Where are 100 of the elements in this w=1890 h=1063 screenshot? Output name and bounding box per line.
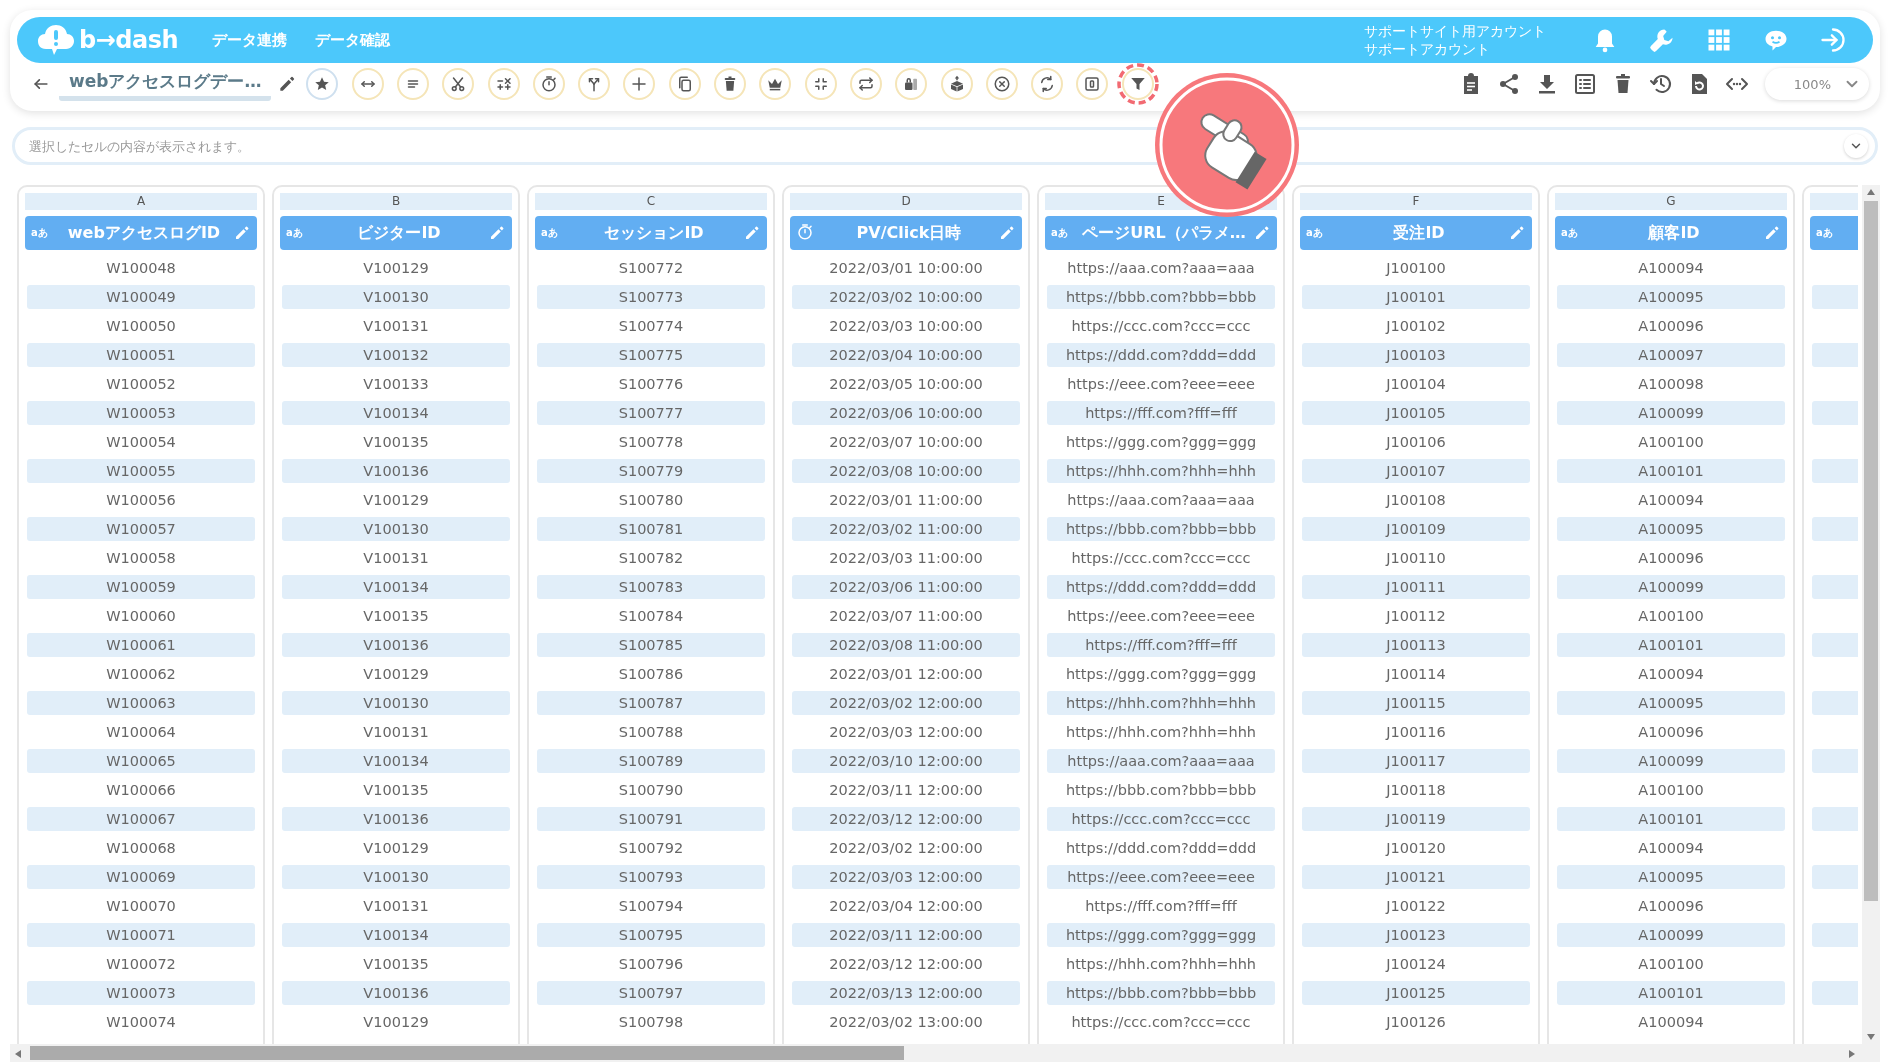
zoom-select[interactable]: 100% — [1765, 68, 1869, 100]
table-cell[interactable]: S100786 — [537, 662, 765, 686]
scroll-down-icon[interactable] — [1866, 1033, 1876, 1041]
table-cell[interactable]: W100074 — [27, 1010, 255, 1034]
repeat-button[interactable] — [849, 68, 882, 100]
table-cell[interactable]: W100069 — [27, 865, 255, 889]
table-cell[interactable]: V100134 — [282, 749, 510, 773]
column-letter[interactable]: C — [535, 193, 767, 210]
table-cell[interactable]: https://fff.com?fff=fff — [1047, 633, 1275, 657]
table-cell[interactable]: W100067 — [27, 807, 255, 831]
table-cell[interactable]: J100124 — [1302, 952, 1530, 976]
table-cell[interactable]: https://aaa.com?aaa=aaa — [1047, 488, 1275, 512]
table-cell[interactable]: W100057 — [27, 517, 255, 541]
table-cell[interactable]: V100133 — [282, 372, 510, 396]
table-cell[interactable]: W100066 — [27, 778, 255, 802]
trash-button[interactable] — [714, 68, 747, 100]
table-cell[interactable]: A100094 — [1557, 488, 1785, 512]
table-cell[interactable]: S100776 — [537, 372, 765, 396]
table-cell[interactable]: S100778 — [537, 430, 765, 454]
table-cell[interactable]: S100772 — [537, 256, 765, 280]
table-cell[interactable]: 2022/03/06 11:00:00 — [792, 575, 1020, 599]
table-cell[interactable]: J100103 — [1302, 343, 1530, 367]
table-cell[interactable]: 2022/03/04 12:00:00 — [792, 894, 1020, 918]
column-letter[interactable]: D — [790, 193, 1022, 210]
table-cell[interactable]: https://ccc.com?ccc=ccc — [1047, 807, 1275, 831]
table-cell[interactable]: J100120 — [1302, 836, 1530, 860]
table-cell[interactable]: J100126 — [1302, 1010, 1530, 1034]
table-cell[interactable]: J100117 — [1302, 749, 1530, 773]
table-cell[interactable]: W100050 — [27, 314, 255, 338]
table-cell[interactable]: 2022/03/10 12:00:00 — [792, 749, 1020, 773]
table-cell[interactable]: A100094 — [1557, 1010, 1785, 1034]
table-cell[interactable]: J100106 — [1302, 430, 1530, 454]
table-cell[interactable]: J100108 — [1302, 488, 1530, 512]
table-cell[interactable]: W100065 — [27, 749, 255, 773]
table-cell[interactable]: A100099 — [1557, 749, 1785, 773]
table-cell[interactable]: A100094 — [1557, 836, 1785, 860]
scroll-up-icon[interactable] — [1866, 188, 1876, 196]
scroll-right-icon[interactable] — [1848, 1049, 1856, 1059]
table-cell[interactable]: https://hhh.com?hhh=hhh — [1047, 720, 1275, 744]
table-cell[interactable]: A100100 — [1557, 778, 1785, 802]
table-cell[interactable]: https://ggg.com?ggg=ggg — [1047, 430, 1275, 454]
fork-arrow-button[interactable] — [578, 68, 611, 100]
table-cell[interactable]: https://aaa.com?aaa=aaa — [1047, 256, 1275, 280]
scrollbar-thumb[interactable] — [1864, 201, 1878, 901]
table-cell[interactable]: https://ggg.com?ggg=ggg — [1047, 923, 1275, 947]
table-cell[interactable]: V100129 — [282, 662, 510, 686]
table-cell[interactable]: W100072 — [27, 952, 255, 976]
table-cell[interactable]: https://bbb.com?bbb=bbb — [1047, 285, 1275, 309]
table-cell[interactable]: S100787 — [537, 691, 765, 715]
table-cell[interactable]: A100099 — [1557, 401, 1785, 425]
stopwatch-button[interactable] — [532, 68, 565, 100]
table-cell[interactable]: 2022/03/03 11:00:00 — [792, 546, 1020, 570]
column-letter[interactable]: G — [1555, 193, 1787, 210]
table-cell[interactable]: 2022/03/05 10:00:00 — [792, 372, 1020, 396]
table-cell[interactable]: S100780 — [537, 488, 765, 512]
table-cell[interactable]: https://ddd.com?ddd=ddd — [1047, 836, 1275, 860]
table-cell[interactable]: J100101 — [1302, 285, 1530, 309]
table-cell[interactable]: W100062 — [27, 662, 255, 686]
table-cell[interactable]: S100777 — [537, 401, 765, 425]
square-button[interactable] — [1076, 68, 1109, 100]
table-cell[interactable]: W100058 — [27, 546, 255, 570]
table-cell[interactable]: 2022/03/02 12:00:00 — [792, 836, 1020, 860]
table-cell[interactable]: J100111 — [1302, 575, 1530, 599]
table-cell[interactable]: V100132 — [282, 343, 510, 367]
box-button[interactable] — [940, 68, 973, 100]
table-cell[interactable]: S100792 — [537, 836, 765, 860]
table-cell[interactable]: 2022/03/12 12:00:00 — [792, 952, 1020, 976]
table-cell[interactable]: W100048 — [27, 256, 255, 280]
close-circle-button[interactable] — [985, 68, 1018, 100]
table-cell[interactable]: V100131 — [282, 720, 510, 744]
table-cell[interactable]: J100110 — [1302, 546, 1530, 570]
table-cell[interactable]: 2022/03/02 10:00:00 — [792, 285, 1020, 309]
table-cell[interactable]: https://hhh.com?hhh=hhh — [1047, 691, 1275, 715]
table-cell[interactable]: A100098 — [1557, 372, 1785, 396]
table-cell[interactable]: 2022/03/07 11:00:00 — [792, 604, 1020, 628]
table-cell[interactable]: S100798 — [537, 1010, 765, 1034]
column-letter[interactable]: F — [1300, 193, 1532, 210]
table-cell[interactable]: 2022/03/03 10:00:00 — [792, 314, 1020, 338]
table-cell[interactable]: J100104 — [1302, 372, 1530, 396]
table-cell[interactable]: https://fff.com?fff=fff — [1047, 401, 1275, 425]
table-cell[interactable]: J100114 — [1302, 662, 1530, 686]
scrollbar-thumb[interactable] — [30, 1046, 904, 1060]
crown-button[interactable] — [759, 68, 792, 100]
table-cell[interactable]: J100112 — [1302, 604, 1530, 628]
table-cell[interactable]: W100055 — [27, 459, 255, 483]
table-cell[interactable]: 2022/03/11 12:00:00 — [792, 923, 1020, 947]
horizontal-scrollbar[interactable] — [10, 1044, 1880, 1062]
table-cell[interactable]: J100123 — [1302, 923, 1530, 947]
table-cell[interactable]: A100096 — [1557, 314, 1785, 338]
table-cell[interactable]: V100129 — [282, 256, 510, 280]
table-cell[interactable]: https://ccc.com?ccc=ccc — [1047, 314, 1275, 338]
table-cell[interactable]: https://ddd.com?ddd=ddd — [1047, 575, 1275, 599]
table-cell[interactable]: W100063 — [27, 691, 255, 715]
table-cell[interactable]: W100053 — [27, 401, 255, 425]
table-cell[interactable]: 2022/03/03 12:00:00 — [792, 720, 1020, 744]
table-cell[interactable]: V100136 — [282, 981, 510, 1005]
double-arrow-button[interactable] — [351, 68, 384, 100]
star-button[interactable] — [306, 68, 339, 100]
lock-button[interactable] — [895, 68, 928, 100]
table-cell[interactable]: S100789 — [537, 749, 765, 773]
